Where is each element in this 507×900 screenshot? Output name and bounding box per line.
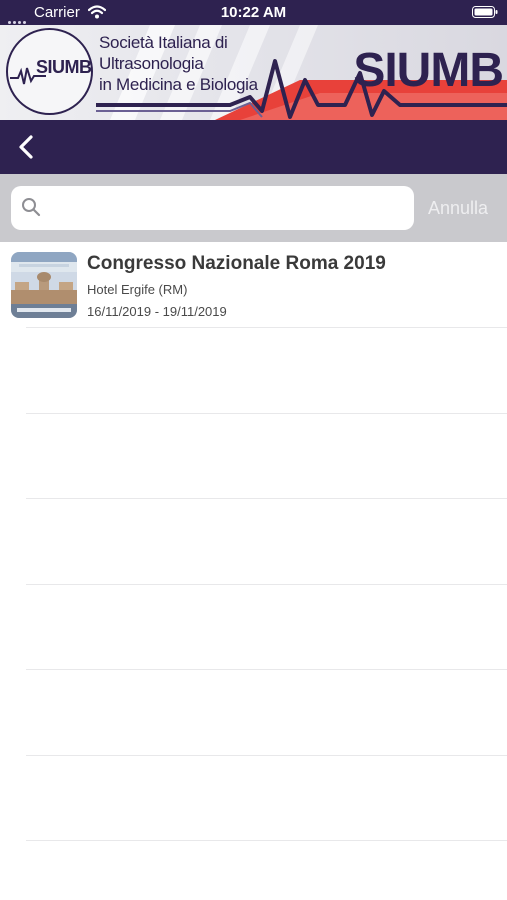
- navigation-bar: [0, 120, 507, 174]
- list-separator: [26, 669, 507, 670]
- cancel-button[interactable]: Annulla: [428, 198, 488, 219]
- list-item[interactable]: Congresso Nazionale Roma 2019 Hotel Ergi…: [0, 242, 507, 327]
- event-thumbnail: [11, 252, 77, 318]
- event-title: Congresso Nazionale Roma 2019: [87, 253, 386, 274]
- event-list: Congresso Nazionale Roma 2019 Hotel Ergi…: [0, 242, 507, 900]
- society-line-1: Società Italiana di Ultrasonologia: [99, 33, 228, 73]
- list-separator: [26, 840, 507, 841]
- search-icon: [22, 198, 41, 217]
- list-separator: [26, 584, 507, 585]
- clock: 10:22 AM: [220, 4, 287, 21]
- society-line-2: in Medicina e Biologia: [99, 75, 258, 94]
- event-venue: Hotel Ergife (RM): [87, 282, 188, 297]
- event-dates: 16/11/2019 - 19/11/2019: [87, 304, 227, 319]
- society-name: Società Italiana di Ultrasonologia in Me…: [99, 32, 329, 95]
- status-bar: Carrier 10:22 AM: [0, 0, 507, 25]
- list-separator: [26, 498, 507, 499]
- search-field[interactable]: [11, 186, 414, 230]
- search-bar: Annulla: [0, 174, 507, 242]
- list-separator: [26, 755, 507, 756]
- list-separator: [26, 413, 507, 414]
- back-chevron-icon[interactable]: [12, 132, 42, 162]
- list-separator: [26, 327, 507, 328]
- logo-text: SIUMB: [36, 57, 92, 77]
- header-banner: SIUMB Società Italiana di Ultrasonologia…: [0, 25, 507, 120]
- brand-wordmark: SIUMB: [353, 44, 504, 97]
- search-input[interactable]: [49, 192, 408, 224]
- battery-icon: [472, 6, 498, 18]
